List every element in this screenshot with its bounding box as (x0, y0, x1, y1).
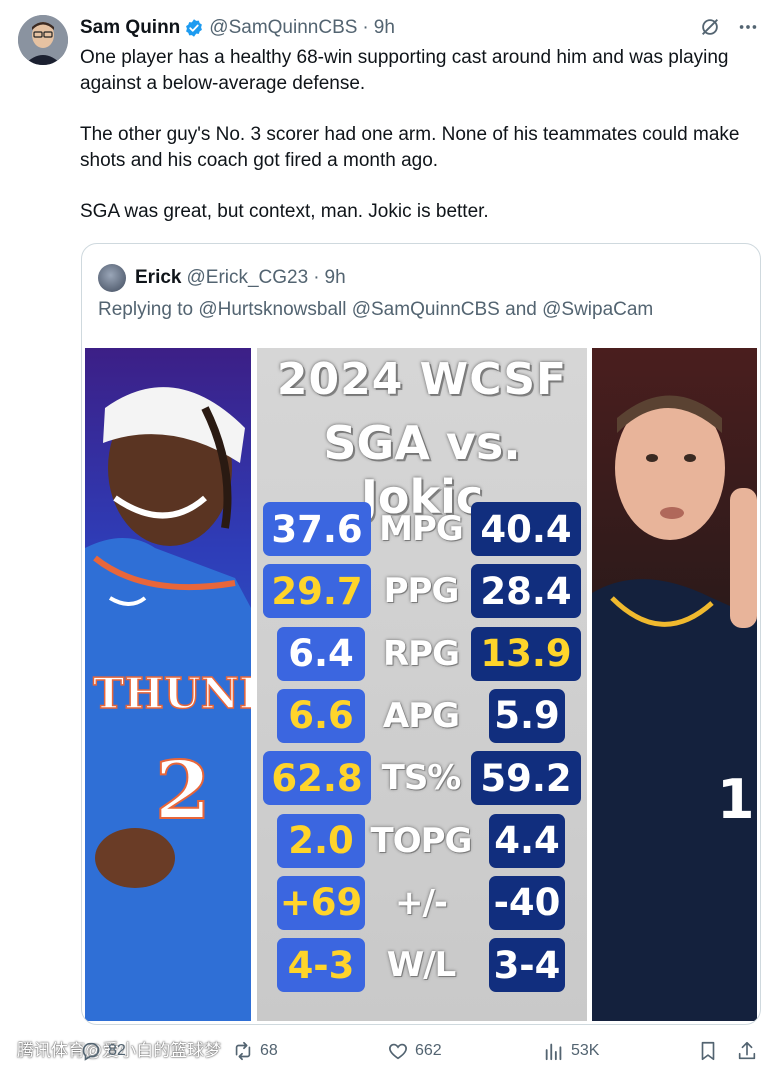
repost-count: 68 (260, 1042, 278, 1059)
tweet-paragraph-2: The other guy's No. 3 scorer had one arm… (80, 124, 740, 171)
reply-button[interactable]: 82 (80, 1040, 126, 1062)
reply-count: 82 (108, 1042, 126, 1059)
graphic-title: 2024 WCSF (276, 354, 568, 405)
jokic-stat-value: 28.4 (471, 564, 581, 619)
bookmark-icon (701, 1041, 715, 1061)
avatar-portrait (18, 15, 68, 65)
stats-graphic: 2024 WCSF SGA vs. Jokic 37.6 MPG 40.4 29.7 P… (257, 348, 587, 1021)
sga-stat-value: 6.6 (277, 688, 365, 743)
jokic-stat-value: 5.9 (489, 688, 565, 743)
tweet-paragraph-3: SGA was great, but context, man. Jokic i… (80, 201, 489, 222)
bookmark-button[interactable] (697, 1040, 719, 1062)
stat-label: PPG (383, 571, 460, 612)
verified-badge-icon (186, 19, 203, 37)
jokic-stat-value: -40 (489, 875, 565, 930)
stat-row: 6.6 APG 5.9 (257, 688, 587, 743)
reply-icon (82, 1042, 100, 1061)
tweet-paragraph-1: One player has a healthy 68-win supporti… (80, 47, 729, 94)
share-button[interactable] (736, 1040, 758, 1062)
jokic-stat-value: 4.4 (489, 813, 565, 868)
sga-stat-value: 62.8 (263, 751, 371, 806)
stat-label: +/- (394, 882, 448, 923)
quote-author-handle: @Erick_CG23 (186, 267, 309, 288)
tweet-actions-bar: 82 68 662 53K (80, 1038, 760, 1068)
author-name[interactable]: Sam Quinn (80, 17, 180, 39)
quote-time: 9h (324, 267, 346, 288)
views-button[interactable]: 53K (543, 1040, 599, 1062)
repost-button[interactable]: 68 (232, 1040, 278, 1062)
sga-stat-value: +69 (277, 875, 365, 930)
sga-stat-value: 6.4 (277, 626, 365, 681)
sga-stat-value: 29.7 (263, 564, 371, 619)
quote-author-name: Erick (135, 267, 182, 288)
sga-stat-value: 4-3 (277, 938, 365, 993)
like-button[interactable]: 662 (387, 1040, 442, 1062)
quote-header: Erick @Erick_CG23 · 9h (98, 264, 346, 292)
sga-stat-value: 37.6 (263, 502, 371, 556)
stat-row: 29.7 PPG 28.4 (257, 564, 587, 619)
stat-label: RPG (382, 633, 460, 674)
views-icon (545, 1043, 562, 1061)
tweet-header: Sam Quinn @SamQuinnCBS · 9h (80, 16, 395, 40)
stat-row: 2.0 TOPG 4.4 (257, 813, 587, 868)
like-icon (389, 1043, 407, 1060)
more-icon[interactable] (737, 16, 759, 38)
stat-row: 6.4 RPG 13.9 (257, 626, 587, 681)
repost-icon (235, 1041, 251, 1061)
quote-author-avatar (98, 264, 126, 292)
stat-row: 4-3 W/L 3-4 (257, 938, 587, 993)
stat-row: 62.8 TS% 59.2 (257, 751, 587, 806)
like-count: 662 (415, 1042, 442, 1059)
stat-label: APG (382, 695, 460, 736)
sga-stat-value: 2.0 (277, 813, 365, 868)
jokic-stat-value: 40.4 (471, 502, 581, 556)
jersey-text: THUNDER (93, 669, 251, 718)
svg-text:1: 1 (717, 768, 755, 831)
header-separator: · (362, 17, 369, 38)
stat-label: MPG (379, 509, 464, 549)
author-handle[interactable]: @SamQuinnCBS (209, 17, 357, 39)
grok-icon[interactable] (699, 16, 721, 38)
jokic-photo: 1 (592, 348, 757, 1021)
tweet-top-actions (699, 16, 759, 38)
views-count: 53K (571, 1042, 600, 1059)
stat-label: W/L (386, 945, 457, 986)
jokic-stat-value: 13.9 (471, 626, 581, 681)
quote-reply-line: Replying to @Hurtsknowsball @SamQuinnCBS… (98, 299, 654, 320)
jokic-stat-value: 59.2 (471, 751, 581, 806)
tweet-time[interactable]: 9h (374, 17, 395, 39)
sga-photo: THUNDER 2 (85, 348, 251, 1021)
stat-label: TS% (381, 758, 462, 799)
jersey-number: 2 (155, 743, 211, 837)
share-icon (738, 1041, 756, 1060)
stat-label: TOPG (370, 820, 473, 861)
stat-row: +69 +/- -40 (257, 875, 587, 930)
quote-media-image[interactable]: THUNDER 2 2024 WCSF SGA vs. Jokic 37.6MP… (85, 348, 757, 1021)
quoted-tweet[interactable]: Erick @Erick_CG23 · 9h Replying to @Hurt… (81, 243, 761, 1025)
author-avatar[interactable] (18, 15, 68, 65)
tweet-text: One player has a healthy 68-win supporti… (80, 45, 740, 251)
jokic-stat-value: 3-4 (489, 938, 565, 993)
quote-separator: · (313, 267, 320, 288)
stat-row: 37.6 MPG 40.4 (257, 502, 587, 556)
